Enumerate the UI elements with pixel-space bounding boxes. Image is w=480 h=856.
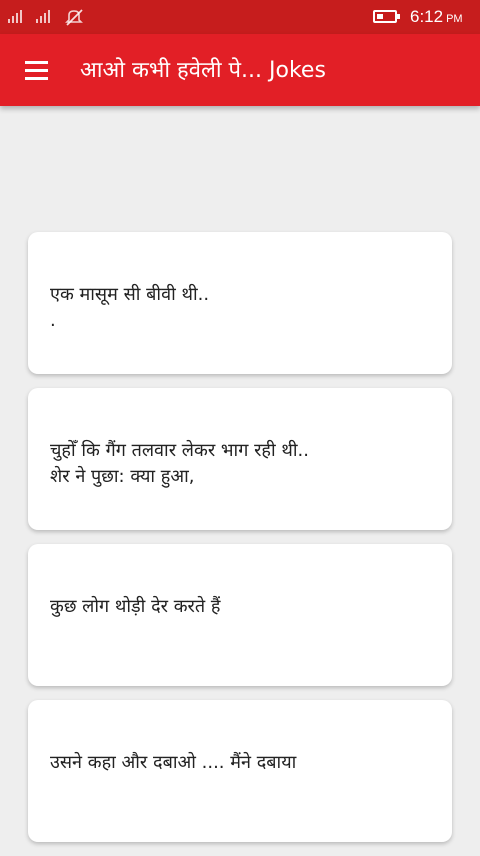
hamburger-menu-icon[interactable] (14, 48, 58, 92)
app-toolbar: आओ कभी हवेली पे... Jokes (0, 34, 480, 106)
page-title: आओ कभी हवेली पे... Jokes (80, 58, 326, 83)
signal-icon (36, 9, 50, 23)
joke-text: चुहोँ कि गैंग तलवार लेकर भाग रही थी.. शे… (50, 440, 309, 487)
joke-card[interactable]: एक मासूम सी बीवी थी.. . (28, 232, 452, 374)
joke-text: एक मासूम सी बीवी थी.. . (50, 284, 210, 331)
signal-icon (8, 9, 22, 23)
joke-list: एक मासूम सी बीवी थी.. . चुहोँ कि गैंग तल… (28, 232, 452, 856)
battery-icon (373, 10, 400, 23)
joke-text: कुछ लोग थोड़ी देर करते हैं (50, 596, 221, 617)
status-bar: 6:12 PM (0, 0, 480, 34)
joke-card[interactable]: चुहोँ कि गैंग तलवार लेकर भाग रही थी.. शे… (28, 388, 452, 530)
joke-text: उसने कहा और दबाओ .... मैंने दबाया (50, 752, 297, 773)
mute-icon (65, 9, 83, 26)
status-clock: 6:12 PM (410, 7, 463, 26)
joke-card[interactable]: कुछ लोग थोड़ी देर करते हैं (28, 544, 452, 686)
joke-card[interactable]: उसने कहा और दबाओ .... मैंने दबाया (28, 700, 452, 842)
